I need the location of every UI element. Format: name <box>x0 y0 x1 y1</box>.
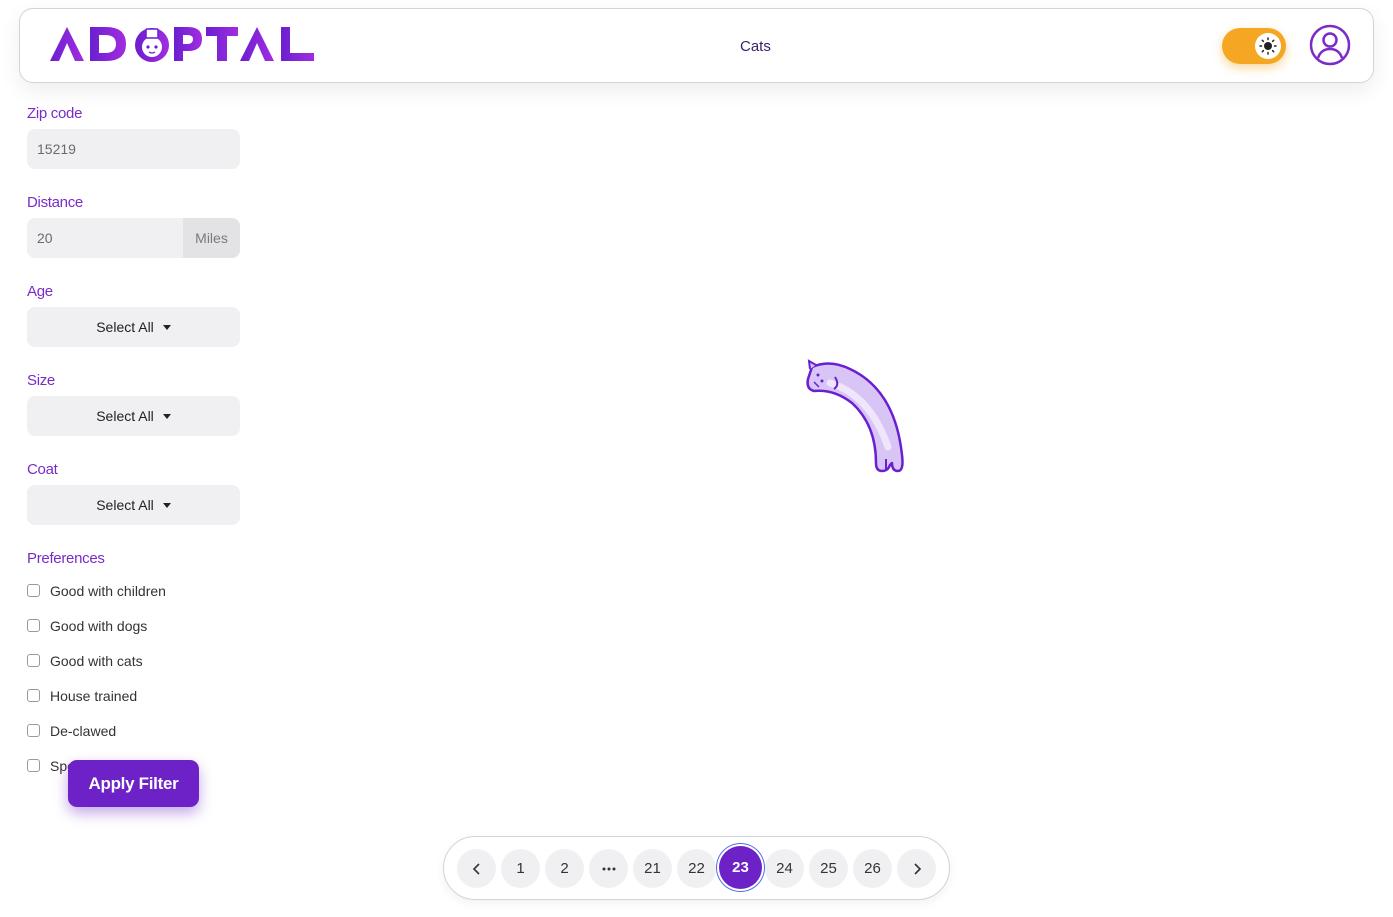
page-ellipsis[interactable] <box>589 849 628 888</box>
coat-label: Coat <box>27 461 58 478</box>
checkbox[interactable] <box>27 619 40 632</box>
caret-down-icon <box>162 502 171 508</box>
page-button[interactable]: 26 <box>853 849 892 888</box>
caret-down-icon <box>162 413 171 419</box>
filter-sidebar: Zip code 15219 Distance 20 Miles Age Sel… <box>27 104 240 783</box>
distance-input[interactable]: 20 <box>27 230 183 246</box>
pref-label: Good with dogs <box>50 617 148 634</box>
pagination: 1 2 21 22 23 24 25 26 <box>443 836 950 900</box>
pref-de-clawed[interactable]: De-clawed <box>27 713 240 748</box>
page-button[interactable]: 1 <box>501 849 540 888</box>
zip-input[interactable]: 15219 <box>27 129 240 169</box>
sun-icon <box>1255 33 1281 59</box>
checkbox[interactable] <box>27 654 40 667</box>
page-button[interactable]: 21 <box>633 849 672 888</box>
theme-toggle[interactable] <box>1222 28 1286 64</box>
nav-link-cats[interactable]: Cats <box>740 38 771 55</box>
pref-label: House trained <box>50 687 138 704</box>
distance-field: 20 Miles <box>27 218 240 258</box>
ellipsis-icon <box>602 867 615 870</box>
checkbox[interactable] <box>27 584 40 597</box>
page-button-current[interactable]: 23 <box>719 846 762 889</box>
apply-filter-button[interactable]: Apply Filter <box>68 760 199 807</box>
coat-select[interactable]: Select All <box>27 485 240 525</box>
caret-down-icon <box>162 324 171 330</box>
chevron-left-icon <box>472 862 480 875</box>
user-profile-icon[interactable] <box>1309 24 1351 66</box>
adoptal-logo[interactable] <box>48 23 318 69</box>
cat-loading-icon <box>806 359 904 473</box>
page-button[interactable]: 22 <box>677 849 716 888</box>
size-label: Size <box>27 372 55 389</box>
prev-page-button[interactable] <box>457 849 496 888</box>
checkbox[interactable] <box>27 724 40 737</box>
next-page-button[interactable] <box>897 849 936 888</box>
pref-good-with-children[interactable]: Good with children <box>27 573 240 608</box>
page-button[interactable]: 24 <box>765 849 804 888</box>
checkbox[interactable] <box>27 759 40 772</box>
pref-label: De-clawed <box>50 722 117 739</box>
age-label: Age <box>27 283 53 300</box>
zip-label: Zip code <box>27 105 83 122</box>
coat-select-value: Select All <box>96 497 154 513</box>
pref-good-with-cats[interactable]: Good with cats <box>27 643 240 678</box>
distance-label: Distance <box>27 194 83 211</box>
preferences-label: Preferences <box>27 550 105 567</box>
chevron-right-icon <box>913 862 921 875</box>
size-select[interactable]: Select All <box>27 396 240 436</box>
distance-unit: Miles <box>183 218 240 258</box>
page-button[interactable]: 2 <box>545 849 584 888</box>
pref-label: Good with cats <box>50 652 143 669</box>
page-button[interactable]: 25 <box>809 849 848 888</box>
checkbox[interactable] <box>27 689 40 702</box>
pref-good-with-dogs[interactable]: Good with dogs <box>27 608 240 643</box>
age-select-value: Select All <box>96 319 154 335</box>
size-select-value: Select All <box>96 408 154 424</box>
header: Cats <box>19 8 1374 83</box>
age-select[interactable]: Select All <box>27 307 240 347</box>
pref-label: Good with children <box>50 582 166 599</box>
pref-house-trained[interactable]: House trained <box>27 678 240 713</box>
